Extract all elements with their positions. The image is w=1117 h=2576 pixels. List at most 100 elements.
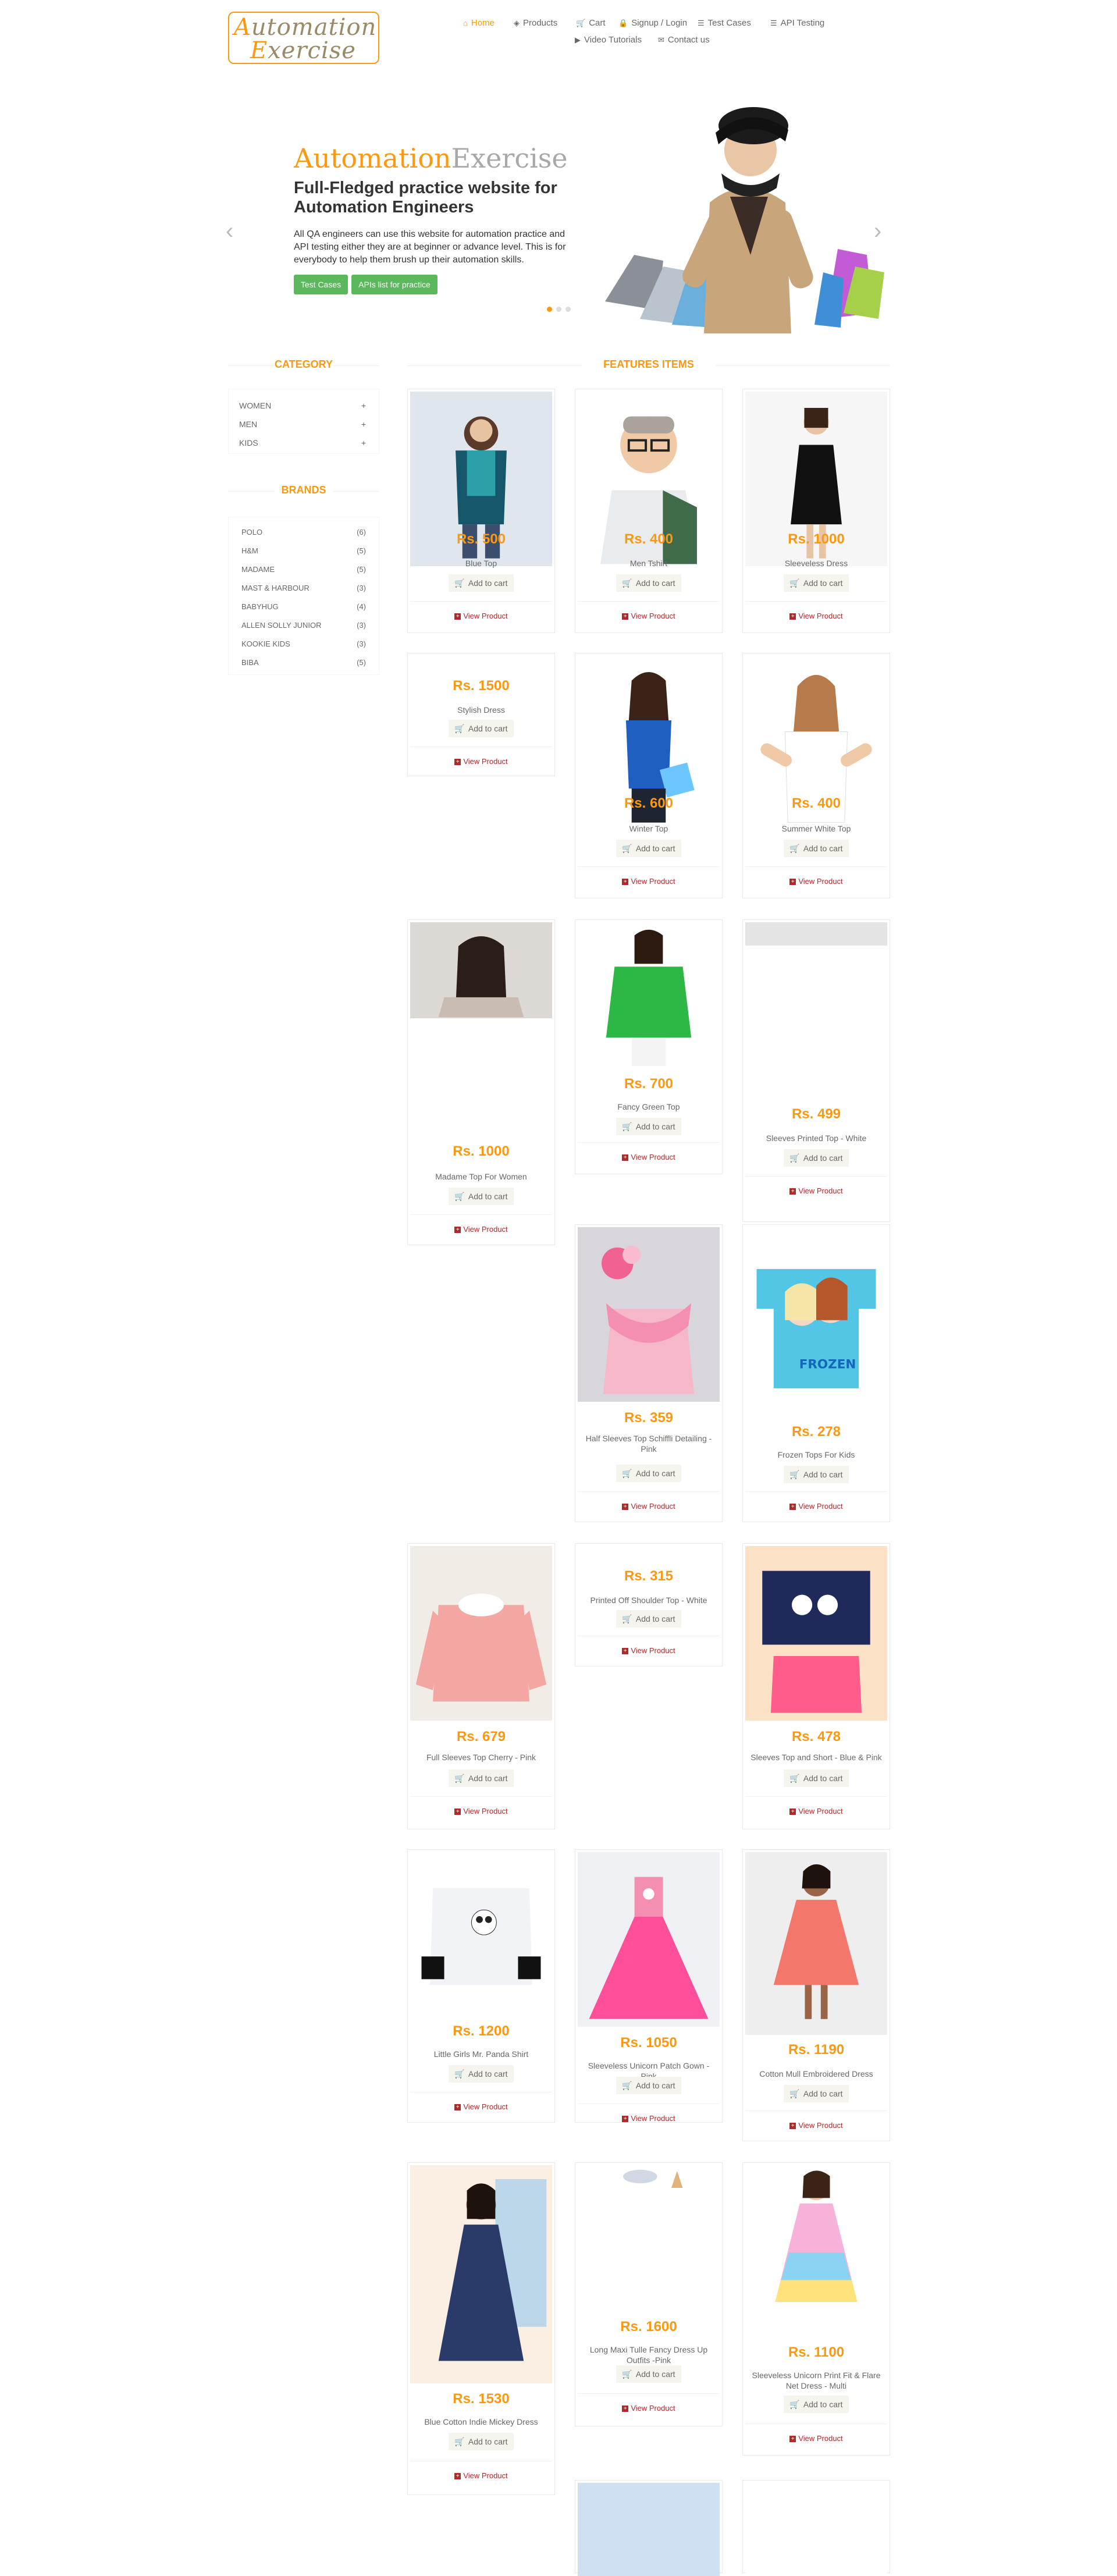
product-name: Winter Top [629, 824, 668, 833]
add-to-cart-button[interactable]: 🛒 Add to cart [616, 1118, 681, 1135]
nav-video-tutorials[interactable]: ▶ Video Tutorials [575, 35, 642, 45]
slider-prev-arrow[interactable]: ‹ [226, 218, 233, 244]
category-women[interactable]: WOMEN + [239, 401, 366, 410]
nav-cart[interactable]: 🛒 Cart [576, 18, 606, 28]
view-product-link[interactable]: + View Product [575, 2404, 722, 2412]
product-card: Rs. 679 Full Sleeves Top Cherry - Pink 🛒 Ad… [407, 1543, 555, 1829]
product-card: Rs. 315 Printed Off Shoulder Top - White 🛒… [575, 1543, 723, 1667]
product-price: Rs. 1200 [453, 2023, 510, 2039]
add-to-cart-button[interactable]: 🛒 Add to cart [616, 840, 681, 857]
cart-icon: 🛒 [622, 1468, 632, 1478]
product-price: Rs. 679 [456, 1729, 506, 1744]
cart-icon: 🛒 [789, 1153, 800, 1163]
view-product-link[interactable]: + View Product [743, 2121, 890, 2130]
cart-icon: 🛒 [789, 2088, 800, 2098]
test-cases-button[interactable]: Test Cases [294, 275, 348, 294]
brand-madame[interactable]: MADAME (5) [241, 565, 366, 574]
view-product-link[interactable]: + View Product [408, 1225, 554, 1234]
add-to-cart-button[interactable]: 🛒 Add to cart [784, 574, 849, 592]
brand-babyhug[interactable]: BABYHUG (4) [241, 602, 366, 611]
nav-api-testing[interactable]: ☰ API Testing [770, 18, 824, 28]
cart-icon: 🛒 [789, 1773, 800, 1783]
product-card: Rs. 1600 Long Maxi Tulle Fancy Dress Up O… [575, 2162, 723, 2426]
category-men[interactable]: MEN + [239, 420, 366, 429]
view-product-link[interactable]: + View Product [408, 757, 554, 766]
view-product-link[interactable]: + View Product [743, 1807, 890, 1815]
product-image [410, 922, 552, 1018]
view-product-link[interactable]: + View Product [575, 877, 722, 886]
add-to-cart-button[interactable]: 🛒 Add to cart [449, 574, 514, 592]
view-product-link[interactable]: + View Product [743, 612, 890, 620]
add-to-cart-button[interactable]: 🛒 Add to cart [449, 1188, 514, 1205]
plus-square-icon: + [789, 1188, 796, 1195]
site-logo[interactable]: Automation Exercise [228, 12, 379, 64]
add-to-cart-button[interactable]: 🛒 Add to cart [784, 840, 849, 857]
add-to-cart-button[interactable]: 🛒 Add to cart [616, 2077, 681, 2094]
view-product-link[interactable]: + View Product [408, 2102, 554, 2111]
plus-icon: + [361, 420, 366, 429]
nav-products[interactable]: ◈ Products [514, 18, 557, 28]
category-kids[interactable]: KIDS + [239, 438, 366, 447]
product-name: Full Sleeves Top Cherry - Pink [426, 1753, 536, 1762]
plus-square-icon: + [622, 2406, 629, 2412]
list-icon: ☰ [698, 18, 705, 27]
cart-icon: 🛒 [789, 2399, 800, 2409]
add-to-cart-button[interactable]: 🛒 Add to cart [616, 1465, 681, 1482]
product-card: Rs. 499 Sleeves Printed Top - White 🛒 Add t… [742, 919, 890, 1222]
cart-icon: 🛒 [576, 18, 586, 27]
add-to-cart-button[interactable]: 🛒 Add to cart [616, 2365, 681, 2383]
nav-signup-login[interactable]: 🔒 Signup / Login [618, 18, 687, 28]
brand-biba[interactable]: BIBA (5) [241, 658, 366, 667]
brand-polo[interactable]: POLO (6) [241, 528, 366, 536]
nav-home[interactable]: ⌂ Home [463, 18, 495, 28]
view-product-link[interactable]: + View Product [575, 1153, 722, 1161]
apis-list-button[interactable]: APIs list for practice [351, 275, 437, 294]
view-product-link[interactable]: + View Product [743, 1502, 890, 1511]
add-to-cart-button[interactable]: 🛒 Add to cart [449, 2065, 514, 2083]
brand-kookie-kids[interactable]: KOOKIE KIDS (3) [241, 639, 366, 648]
view-product-link[interactable]: + View Product [575, 612, 722, 620]
brand-mast-harbour[interactable]: MAST & HARBOUR (3) [241, 584, 366, 592]
brand-hm[interactable]: H&M (5) [241, 546, 366, 555]
product-card [742, 2480, 890, 2576]
youtube-icon: ▶ [575, 35, 581, 44]
brand-allen-solly-junior[interactable]: ALLEN SOLLY JUNIOR (3) [241, 621, 366, 630]
add-to-cart-button[interactable]: 🛒 Add to cart [616, 574, 681, 592]
product-name: Long Maxi Tulle Fancy Dress Up Outfits -… [589, 2345, 708, 2365]
add-to-cart-button[interactable]: 🛒 Add to cart [449, 1770, 514, 1787]
view-product-link[interactable]: + View Product [408, 1807, 554, 1815]
slider-dot-1[interactable] [547, 307, 552, 312]
add-to-cart-button[interactable]: 🛒 Add to cart [784, 1466, 849, 1483]
nav-test-cases[interactable]: ☰ Test Cases [698, 18, 751, 28]
cart-icon: 🛒 [789, 578, 800, 588]
cart-icon: 🛒 [622, 578, 632, 588]
product-image [578, 1852, 720, 2027]
product-image [745, 1852, 887, 2035]
slider-indicators[interactable] [547, 307, 571, 312]
slider-dot-2[interactable] [556, 307, 561, 312]
add-to-cart-button[interactable]: 🛒 Add to cart [784, 1770, 849, 1787]
view-product-link[interactable]: + View Product [575, 2114, 722, 2123]
cart-icon: 🛒 [622, 2080, 632, 2090]
view-product-link[interactable]: + View Product [408, 612, 554, 620]
product-image [410, 1852, 552, 2027]
view-product-link[interactable]: + View Product [575, 1646, 722, 1655]
add-to-cart-button[interactable]: 🛒 Add to cart [449, 2433, 514, 2450]
category-panel: WOMEN + MEN + KIDS + [228, 389, 379, 454]
product-price: Rs. 1000 [453, 1143, 510, 1159]
product-price: Rs. 1190 [788, 2042, 845, 2058]
product-card: Rs. 478 Sleeves Top and Short - Blue & Pi… [742, 1543, 890, 1829]
view-product-link[interactable]: + View Product [743, 877, 890, 886]
view-product-link[interactable]: + View Product [743, 2434, 890, 2443]
add-to-cart-button[interactable]: 🛒 Add to cart [616, 1610, 681, 1628]
add-to-cart-button[interactable]: 🛒 Add to cart [449, 720, 514, 737]
view-product-link[interactable]: + View Product [575, 1502, 722, 1511]
product-name: Men Tshirt [629, 559, 668, 568]
slider-dot-3[interactable] [565, 307, 571, 312]
nav-contact-us[interactable]: ✉ Contact us [658, 35, 710, 45]
add-to-cart-button[interactable]: 🛒 Add to cart [784, 2085, 849, 2102]
view-product-link[interactable]: + View Product [408, 2471, 554, 2480]
view-product-link[interactable]: + View Product [743, 1186, 890, 1195]
add-to-cart-button[interactable]: 🛒 Add to cart [784, 2396, 849, 2413]
add-to-cart-button[interactable]: 🛒 Add to cart [784, 1149, 849, 1167]
